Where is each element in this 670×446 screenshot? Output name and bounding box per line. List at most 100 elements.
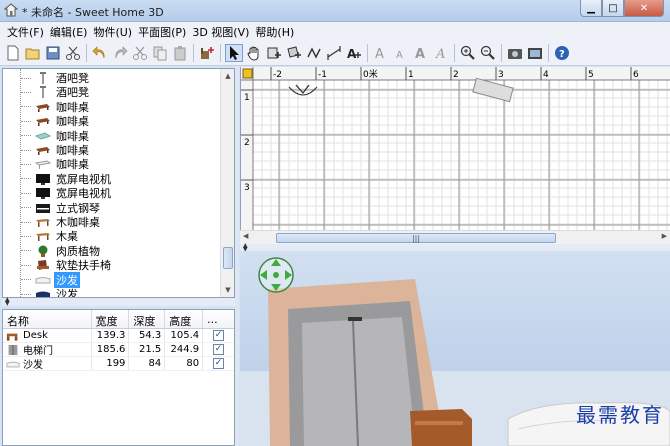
menu-furniture[interactable]: 物件(U) bbox=[90, 24, 135, 40]
visible-checkbox[interactable]: ✓ bbox=[213, 344, 225, 355]
table-row[interactable]: 电梯门 185.6 21.5 244.9 ✓ bbox=[3, 343, 234, 357]
create-video-button[interactable] bbox=[526, 44, 544, 62]
table-row[interactable]: Desk 139.3 54.3 105.4 ✓ bbox=[3, 329, 234, 343]
catalog-item[interactable]: 木咖啡桌 bbox=[3, 215, 102, 229]
add-text-button[interactable]: A bbox=[345, 44, 363, 62]
text-style-button-1[interactable]: A bbox=[372, 44, 390, 62]
main-vertical-splitter[interactable] bbox=[235, 66, 239, 446]
catalog-item[interactable]: 咖啡桌 bbox=[3, 143, 91, 157]
text-style-button-2[interactable]: A bbox=[392, 44, 410, 62]
furniture-catalog-tree[interactable]: 酒吧凳 酒吧凳 咖啡桌 咖啡桌 咖啡桌 咖啡桌 咖啡桌 宽屏电视机 宽屏电视机 立式钢琴 木咖啡桌木… bbox=[2, 68, 235, 298]
column-header-name[interactable]: 名称 bbox=[3, 310, 92, 328]
tree-connector bbox=[21, 120, 31, 122]
menu-3d-view[interactable]: 3D 视图(V) bbox=[189, 24, 252, 40]
catalog-item[interactable]: 立式钢琴 bbox=[3, 201, 102, 215]
catalog-item[interactable]: 宽屏电视机 bbox=[3, 172, 113, 186]
column-header-visible[interactable]: ... bbox=[203, 310, 234, 328]
furniture-list-table[interactable]: 名称 宽度 深度 高度 ... Desk 139.3 54.3 105.4 ✓ 电梯门 18… bbox=[2, 309, 235, 446]
cell-height: 244.9 bbox=[165, 343, 204, 356]
text-bold-button[interactable]: A bbox=[412, 44, 430, 62]
catalog-scroll-thumb[interactable] bbox=[223, 247, 233, 269]
catalog-item[interactable]: 沙发 bbox=[3, 271, 80, 288]
tree-connector bbox=[21, 192, 31, 194]
cut-button[interactable] bbox=[131, 44, 149, 62]
zoom-out-button[interactable] bbox=[479, 44, 497, 62]
scroll-up-arrow-icon[interactable]: ▲ bbox=[221, 69, 234, 83]
text-increase-icon: A bbox=[375, 47, 384, 61]
open-button[interactable] bbox=[24, 44, 42, 62]
redo-button[interactable] bbox=[111, 44, 129, 62]
catalog-item[interactable]: 咖啡桌 bbox=[3, 100, 91, 114]
toolbar: A A A A A ? bbox=[0, 41, 670, 66]
cell-height: 80 bbox=[165, 357, 204, 370]
undo-button[interactable] bbox=[91, 44, 109, 62]
catalog-item[interactable]: 宽屏电视机 bbox=[3, 186, 113, 200]
3d-navigation-control[interactable] bbox=[257, 256, 295, 294]
catalog-item[interactable]: 木桌 bbox=[3, 229, 80, 243]
plan-scroll-thumb[interactable]: ||| bbox=[276, 233, 556, 243]
cell-name: 电梯门 bbox=[3, 343, 92, 356]
add-furniture-button[interactable] bbox=[198, 44, 216, 62]
3d-view[interactable]: 最需教育 bbox=[240, 251, 670, 446]
menu-help[interactable]: 帮助(H) bbox=[252, 24, 297, 40]
sofa-icon bbox=[6, 359, 20, 369]
catalog-item[interactable]: 咖啡桌 bbox=[3, 129, 91, 143]
visible-checkbox[interactable]: ✓ bbox=[213, 330, 225, 341]
catalog-item[interactable]: 肉质植物 bbox=[3, 244, 102, 258]
desk-object bbox=[410, 409, 472, 446]
help-button[interactable]: ? bbox=[553, 44, 571, 62]
visible-checkbox[interactable]: ✓ bbox=[213, 358, 225, 369]
catalog-item[interactable]: 咖啡桌 bbox=[3, 114, 91, 128]
wood-table-icon bbox=[35, 230, 51, 242]
column-header-width[interactable]: 宽度 bbox=[92, 310, 130, 328]
copy-button[interactable] bbox=[151, 44, 169, 62]
text-italic-button[interactable]: A bbox=[432, 44, 450, 62]
create-polylines-button[interactable] bbox=[305, 44, 323, 62]
catalog-item[interactable]: 酒吧凳 bbox=[3, 85, 91, 99]
create-dimensions-button[interactable] bbox=[325, 44, 343, 62]
menu-plan[interactable]: 平面图(P) bbox=[135, 24, 189, 40]
scroll-down-arrow-icon[interactable]: ▼ bbox=[221, 283, 234, 297]
catalog-item[interactable]: 酒吧凳 bbox=[3, 71, 91, 85]
plan-view[interactable]: -2 -1 0米 1 2 3 4 5 6 1 2 3 bbox=[240, 67, 670, 242]
catalog-table-splitter[interactable]: ▲ ▼ bbox=[2, 297, 235, 307]
create-rooms-button[interactable] bbox=[285, 44, 303, 62]
plan-horizontal-scrollbar[interactable]: ◀ ||| ▶ bbox=[240, 230, 670, 244]
pan-mode-button[interactable] bbox=[245, 44, 263, 62]
paste-button[interactable] bbox=[171, 44, 189, 62]
catalog-item[interactable]: 沙发 bbox=[3, 287, 80, 297]
cut-tool-button[interactable] bbox=[64, 44, 82, 62]
toolbar-separator bbox=[548, 44, 549, 62]
column-header-depth[interactable]: 深度 bbox=[129, 310, 166, 328]
select-mode-button[interactable] bbox=[225, 44, 243, 62]
menu-edit[interactable]: 编辑(E) bbox=[47, 24, 91, 40]
table-row[interactable]: 沙发 199 84 80 ✓ bbox=[3, 357, 234, 371]
close-button[interactable]: ✕ bbox=[624, 0, 664, 17]
tree-connector bbox=[21, 106, 31, 108]
save-icon bbox=[46, 46, 60, 60]
menu-file[interactable]: 文件(F) bbox=[4, 24, 47, 40]
create-walls-button[interactable] bbox=[265, 44, 283, 62]
close-icon: ✕ bbox=[639, 2, 649, 14]
cell-width: 139.3 bbox=[92, 329, 130, 342]
app-icon bbox=[4, 3, 18, 17]
catalog-item[interactable]: 咖啡桌 bbox=[3, 157, 91, 171]
scroll-left-arrow-icon[interactable]: ◀ bbox=[243, 232, 248, 240]
sofa-white-icon bbox=[35, 274, 51, 286]
minimize-button[interactable]: ▁ bbox=[580, 0, 602, 17]
coffee-table-white-icon bbox=[34, 158, 52, 170]
plan-3d-splitter[interactable]: ▲ ▼ bbox=[240, 243, 670, 253]
maximize-button[interactable]: □ bbox=[602, 0, 624, 17]
zoom-in-button[interactable] bbox=[459, 44, 477, 62]
coffee-table-wood-icon bbox=[35, 115, 51, 127]
column-header-height[interactable]: 高度 bbox=[165, 310, 204, 328]
save-button[interactable] bbox=[44, 44, 62, 62]
wall-icon bbox=[267, 47, 281, 59]
catalog-scrollbar[interactable]: ▲ ▼ bbox=[220, 69, 234, 297]
ruler-x-label: -2 bbox=[273, 70, 282, 80]
zoom-out-icon bbox=[480, 45, 495, 60]
new-file-button[interactable] bbox=[4, 44, 22, 62]
create-photo-button[interactable] bbox=[506, 44, 524, 62]
scroll-right-arrow-icon[interactable]: ▶ bbox=[662, 232, 667, 240]
catalog-item[interactable]: 软垫扶手椅 bbox=[3, 258, 113, 272]
